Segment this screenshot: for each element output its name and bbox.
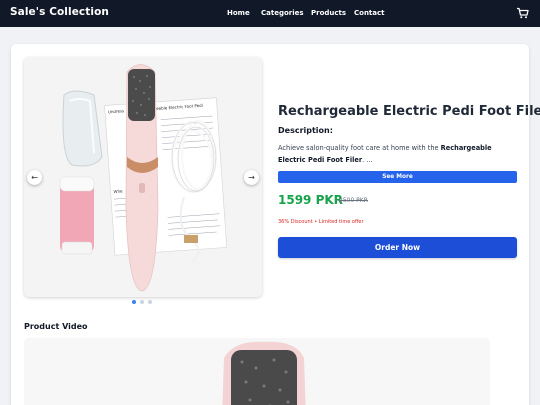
carousel-dot-3[interactable] — [148, 300, 152, 304]
video-frame — [24, 338, 490, 405]
brand-logo[interactable]: Sale's Collection — [10, 6, 109, 18]
product-title: Rechargeable Electric Pedi Foot Filer — [278, 104, 540, 119]
order-now-button[interactable]: Order Now — [278, 237, 517, 258]
top-navbar: Sale's Collection Home Categories Produc… — [0, 0, 540, 27]
product-description: Achieve salon-quality foot care at home … — [278, 142, 518, 166]
carousel-dot-1[interactable] — [132, 300, 136, 304]
video-section-heading: Product Video — [24, 322, 88, 331]
description-heading: Description: — [278, 126, 333, 135]
carousel-indicators — [132, 300, 152, 304]
carousel-dot-2[interactable] — [140, 300, 144, 304]
product-video-player[interactable] — [24, 338, 490, 405]
nav-link-products[interactable]: Products — [311, 9, 346, 17]
product-image-carousel[interactable]: Rechargeable Electric Foot Pedi Undress … — [24, 57, 262, 297]
manual-word-2: Whe — [113, 188, 123, 194]
description-text-end: . ... — [362, 156, 373, 164]
discount-note: 36% Discount • Limited time offer — [278, 219, 364, 225]
nav-link-contact[interactable]: Contact — [354, 9, 385, 17]
nav-link-home[interactable]: Home — [227, 9, 250, 17]
current-price: 1599 PKR — [278, 193, 343, 207]
carousel-prev-button[interactable]: ← — [27, 170, 42, 185]
product-image: Rechargeable Electric Foot Pedi Undress … — [24, 57, 262, 297]
description-text-start: Achieve salon-quality foot care at home … — [278, 144, 441, 152]
shopping-cart-icon[interactable] — [516, 7, 529, 19]
see-more-button[interactable]: See More — [278, 171, 517, 183]
nav-link-categories[interactable]: Categories — [261, 9, 304, 17]
carousel-next-button[interactable]: → — [244, 170, 259, 185]
original-price: 2500 PKR — [339, 197, 368, 204]
